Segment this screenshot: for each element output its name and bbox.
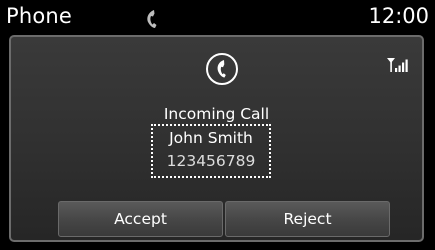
- incoming-call-icon: [205, 52, 239, 86]
- clock: 12:00: [368, 4, 429, 28]
- caller-number: 123456789: [166, 152, 256, 170]
- status-bar: Phone 12:00: [6, 4, 429, 32]
- accept-button[interactable]: Accept: [58, 201, 223, 237]
- reject-button[interactable]: Reject: [225, 201, 390, 237]
- signal-strength-icon: [386, 57, 410, 73]
- caller-name: John Smith: [169, 129, 253, 147]
- app-title: Phone: [6, 4, 73, 28]
- phone-screen: Phone 12:00 Incoming Call John Smith 123…: [0, 0, 435, 250]
- handset-icon: [143, 9, 161, 29]
- call-status: Incoming Call: [163, 105, 270, 123]
- caller-info-box: John Smith 123456789: [151, 124, 271, 178]
- incoming-call-panel: Incoming Call John Smith 123456789 Accep…: [9, 35, 424, 242]
